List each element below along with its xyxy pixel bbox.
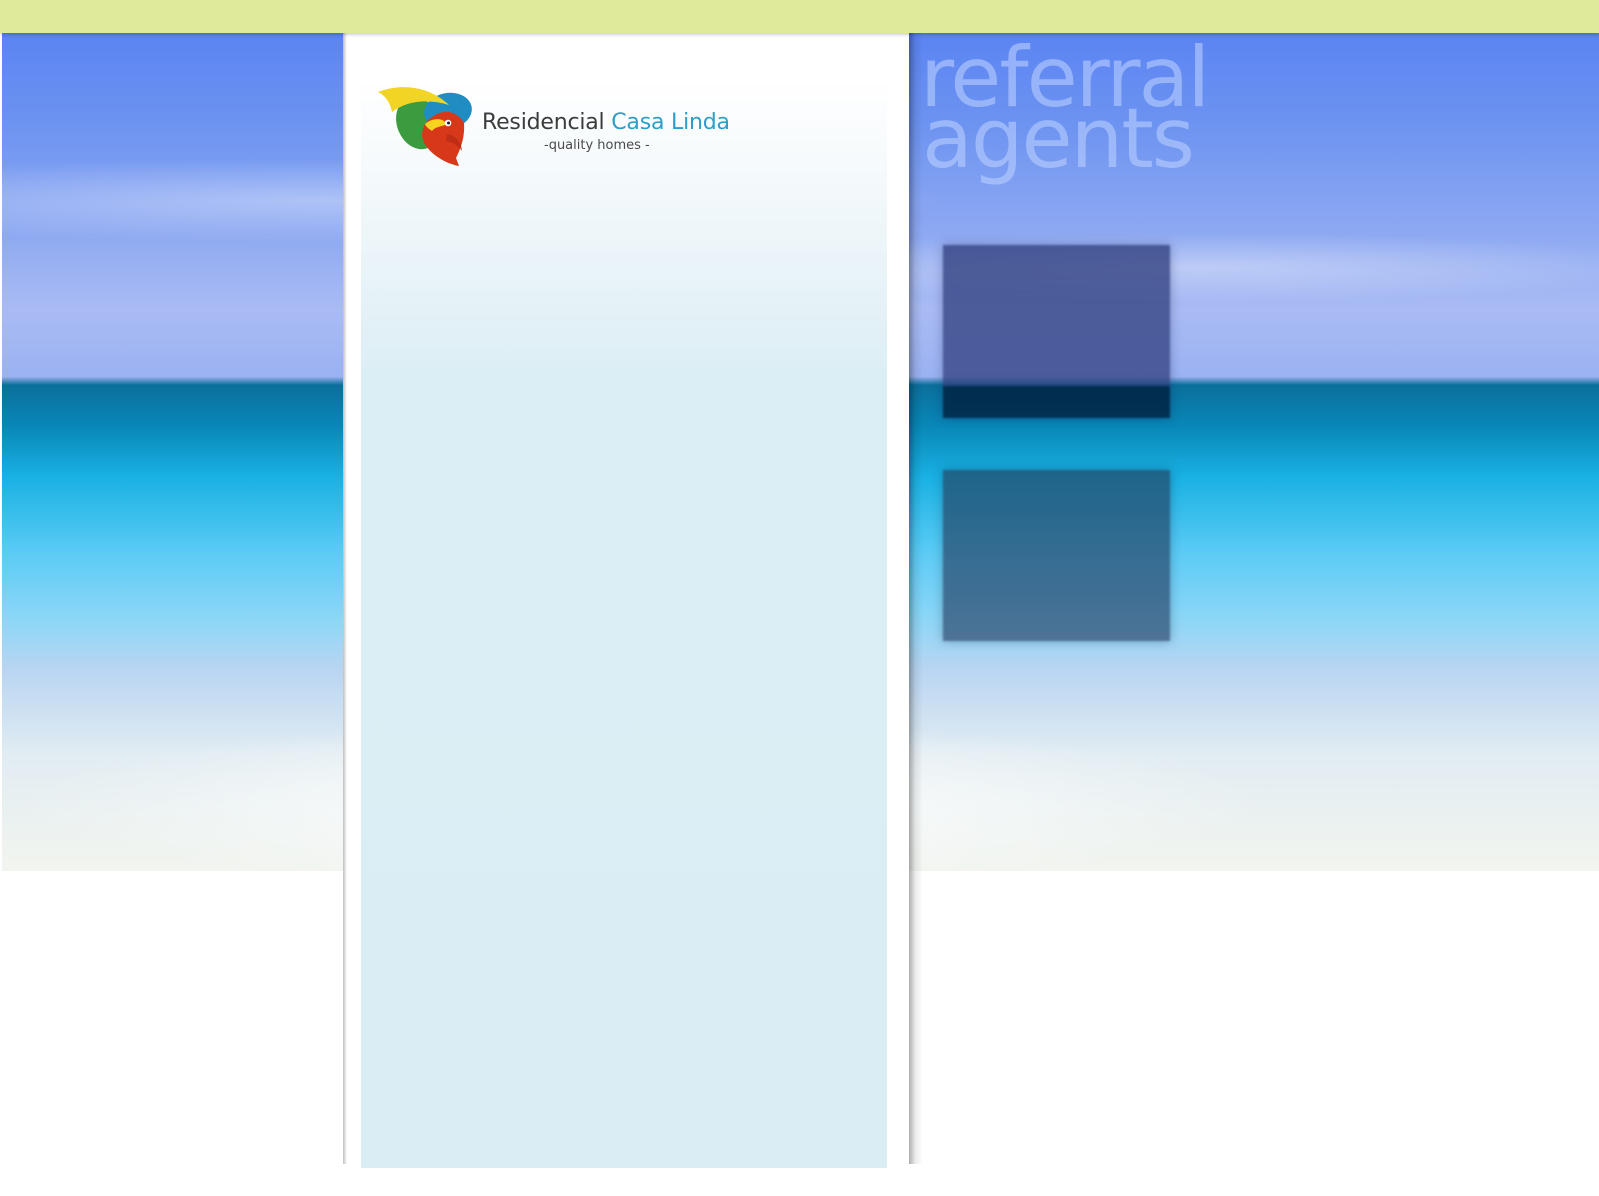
content-column	[361, 33, 887, 1168]
main-content-panel	[343, 33, 909, 1196]
logo-name-casa-linda: Casa Linda	[611, 110, 730, 135]
panel-left-shadow	[343, 33, 347, 1164]
referral-panel-1[interactable]	[943, 245, 1170, 418]
page-heading: referral agents	[920, 36, 1210, 187]
logo-tagline: -quality homes -	[544, 138, 650, 153]
site-logo[interactable]: Residencial Casa Linda -quality homes -	[376, 84, 730, 174]
top-bar	[0, 0, 1599, 33]
panel-right-shadow	[909, 33, 923, 1164]
referral-panel-2[interactable]	[943, 470, 1170, 641]
logo-name: Residencial Casa Linda	[482, 112, 730, 134]
heading-line-agents: agents	[922, 89, 1195, 187]
logo-name-residencial: Residencial	[482, 110, 605, 135]
parrot-logo-icon	[378, 87, 472, 166]
